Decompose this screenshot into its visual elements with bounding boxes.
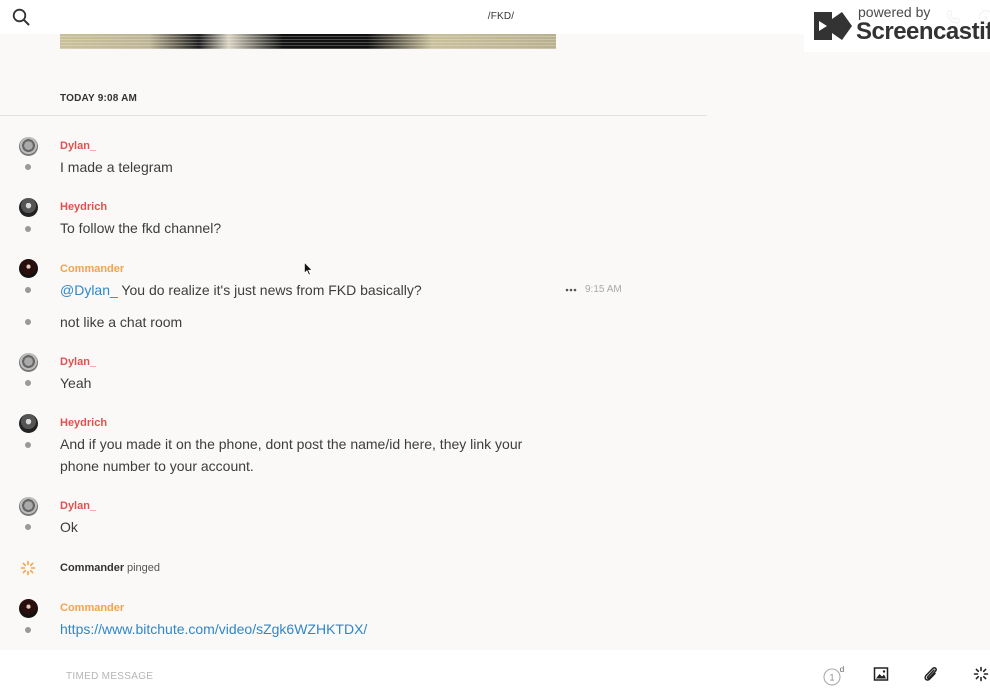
user-mention[interactable]: @Dylan_	[60, 282, 118, 298]
commander-avatar[interactable]	[19, 259, 38, 278]
message-item[interactable]: Heydrich To follow the fkd channel?	[0, 197, 707, 241]
message-text: I made a telegram	[60, 159, 173, 175]
message-image-preview[interactable]	[60, 34, 556, 49]
message-composer: 1 d	[0, 650, 990, 700]
message-text: To follow the fkd channel?	[60, 220, 222, 236]
mouse-cursor-icon	[304, 262, 313, 276]
message-item[interactable]: not like a chat room	[0, 310, 707, 334]
message-item[interactable]: Heydrich And if you made it on the phone…	[0, 413, 707, 477]
divider-line	[0, 115, 707, 116]
message-username[interactable]: Commander	[60, 602, 124, 614]
ping-username[interactable]: Commander	[60, 562, 124, 574]
message-username[interactable]: Heydrich	[60, 201, 107, 213]
heydrich-avatar[interactable]	[19, 414, 38, 433]
message-text-line2: phone number to your account.	[60, 458, 254, 474]
ping-icon	[20, 560, 36, 576]
read-status-dot	[25, 287, 31, 293]
message-text: not like a chat room	[60, 314, 183, 330]
screencastify-watermark: powered by Screencastify	[804, 0, 990, 52]
message-item[interactable]: Commander @Dylan_ You do realize it's ju…	[0, 258, 707, 302]
message-username[interactable]: Dylan_	[60, 140, 96, 152]
message-username[interactable]: Commander	[60, 263, 124, 275]
timer-unit: d	[840, 665, 844, 674]
read-status-dot	[25, 627, 31, 633]
image-scanlines	[60, 34, 556, 49]
watermark-brand: Screencastify	[856, 18, 990, 45]
message-username[interactable]: Heydrich	[60, 417, 107, 429]
dylan-avatar[interactable]	[19, 137, 38, 156]
dylan-avatar[interactable]	[19, 497, 38, 516]
message-body: You do realize it's just news from FKD b…	[117, 282, 422, 298]
timer-icon[interactable]: 1 d	[822, 665, 846, 687]
message-text: Ok	[60, 519, 78, 535]
more-options-icon[interactable]	[565, 287, 577, 293]
message-username[interactable]: Dylan_	[60, 356, 96, 368]
message-item[interactable]: Dylan_ Yeah	[0, 352, 707, 396]
dylan-avatar[interactable]	[19, 353, 38, 372]
date-divider: TODAY 9:08 AM	[60, 93, 138, 104]
read-status-dot	[25, 164, 31, 170]
paperclip-icon[interactable]	[922, 665, 939, 683]
read-status-dot	[25, 442, 31, 448]
ping-verb: pinged	[127, 562, 161, 574]
read-status-dot	[25, 319, 31, 325]
screencastify-logo-icon	[814, 12, 852, 40]
message-item[interactable]: Dylan_ Ok	[0, 496, 707, 540]
read-status-dot	[25, 226, 31, 232]
image-icon[interactable]	[873, 666, 889, 682]
commander-avatar[interactable]	[19, 599, 38, 618]
read-status-dot	[25, 524, 31, 530]
message-item[interactable]: Dylan_ I made a telegram	[0, 136, 707, 180]
heydrich-avatar[interactable]	[19, 198, 38, 217]
message-item[interactable]: Commander https://www.bitchute.com/video…	[0, 598, 707, 642]
message-text: @Dylan_ You do realize it's just news fr…	[60, 279, 422, 301]
timer-count: 1	[829, 673, 834, 683]
ping-icon[interactable]	[973, 666, 989, 682]
message-text: Yeah	[60, 375, 92, 391]
message-link[interactable]: https://www.bitchute.com/video/sZgk6WZHK…	[60, 618, 367, 640]
message-input[interactable]	[66, 668, 786, 684]
message-timestamp: 9:15 AM	[585, 284, 622, 295]
message-text-line1: And if you made it on the phone, dont po…	[60, 436, 523, 452]
read-status-dot	[25, 380, 31, 386]
message-username[interactable]: Dylan_	[60, 500, 96, 512]
